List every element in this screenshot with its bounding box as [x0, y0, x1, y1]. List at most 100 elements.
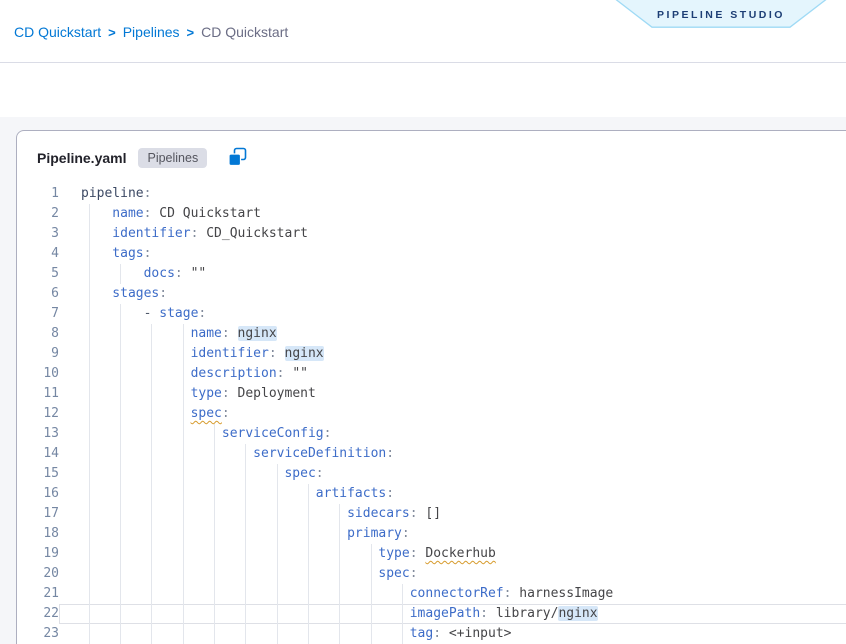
indent-guide: [183, 504, 184, 524]
indent-guide: [308, 504, 309, 524]
yaml-token: :: [175, 266, 191, 281]
indent-guide: [245, 564, 246, 584]
yaml-token: :: [222, 386, 238, 401]
editor-line[interactable]: 17sidecars: []: [17, 504, 846, 524]
indent-guide: [151, 564, 152, 584]
editor-line[interactable]: 20spec:: [17, 564, 846, 584]
editor-line[interactable]: 3identifier: CD_Quickstart: [17, 224, 846, 244]
indent-guide: [245, 604, 246, 624]
editor-line[interactable]: 23tag: <+input>: [17, 624, 846, 644]
editor-line[interactable]: 8name: nginx: [17, 324, 846, 344]
editor-line[interactable]: 5docs: "": [17, 264, 846, 284]
copy-yaml-button[interactable]: [227, 147, 248, 168]
indent-guide: [245, 464, 246, 484]
indent-guide: [277, 564, 278, 584]
indent-guide: [120, 324, 121, 344]
breadcrumb-link[interactable]: CD Quickstart: [14, 24, 101, 40]
editor-line[interactable]: 16artifacts:: [17, 484, 846, 504]
indent-guide: [245, 544, 246, 564]
yaml-token: serviceDefinition: [253, 446, 386, 461]
line-number: 22: [17, 604, 59, 624]
editor-line[interactable]: 22imagePath: library/nginx: [17, 604, 846, 624]
yaml-token: spec: [191, 406, 222, 421]
line-number: 21: [17, 584, 59, 604]
editor-lines: 1pipeline:2name: CD Quickstart3identifie…: [17, 184, 846, 644]
editor-line[interactable]: 7- stage:: [17, 304, 846, 324]
editor-line[interactable]: 10description: "": [17, 364, 846, 384]
indent-guide: [214, 424, 215, 444]
editor-line[interactable]: 18 primary:: [17, 524, 846, 544]
indent-guide: [277, 504, 278, 524]
indent-guide: [120, 484, 121, 504]
breadcrumb-separator-icon: >: [108, 25, 116, 40]
indent-guide: [151, 604, 152, 624]
yaml-token: CD_Quickstart: [206, 226, 308, 241]
editor-line[interactable]: 15spec:: [17, 464, 846, 484]
indent-guide: [245, 524, 246, 544]
indent-guide: [339, 504, 340, 524]
yaml-token: :: [402, 526, 410, 541]
indent-guide: [339, 524, 340, 544]
indent-guide: [89, 544, 90, 564]
studio-banner-shape: PIPELINE STUDIO: [610, 0, 832, 28]
line-number: 18: [17, 524, 59, 544]
line-number: 6: [17, 284, 59, 304]
editor-line[interactable]: 11type: Deployment: [17, 384, 846, 404]
editor-line[interactable]: 2name: CD Quickstart: [17, 204, 846, 224]
yaml-token: primary: [347, 526, 402, 541]
yaml-token: spec: [284, 466, 315, 481]
yaml-token: imagePath: [410, 606, 480, 621]
indent-guide: [89, 584, 90, 604]
indent-guide: [339, 624, 340, 644]
editor-line[interactable]: 6stages:: [17, 284, 846, 304]
line-number: 2: [17, 204, 59, 224]
editor-line[interactable]: 4tags:: [17, 244, 846, 264]
entity-type-badge: Pipelines: [138, 148, 207, 168]
indent-guide: [151, 584, 152, 604]
editor-line[interactable]: 1pipeline:: [17, 184, 846, 204]
yaml-token: docs: [144, 266, 175, 281]
indent-guide: [151, 424, 152, 444]
editor-line[interactable]: 13serviceConfig:: [17, 424, 846, 444]
editor-line[interactable]: 21connectorRef: harnessImage: [17, 584, 846, 604]
indent-guide: [308, 624, 309, 644]
yaml-token: type: [191, 386, 222, 401]
indent-guide: [89, 204, 90, 224]
yaml-token: tags: [112, 246, 143, 261]
yaml-token: "": [292, 366, 308, 381]
indent-guide: [183, 444, 184, 464]
yaml-token: :: [191, 226, 207, 241]
indent-guide: [183, 564, 184, 584]
indent-guide: [89, 264, 90, 284]
editor-line[interactable]: 12spec:: [17, 404, 846, 424]
indent-guide: [214, 484, 215, 504]
indent-guide: [214, 624, 215, 644]
yaml-token: :: [198, 306, 206, 321]
indent-guide: [89, 624, 90, 644]
line-number: 4: [17, 244, 59, 264]
yaml-editor[interactable]: 1pipeline:2name: CD Quickstart3identifie…: [17, 184, 846, 644]
editor-line[interactable]: 9identifier: nginx: [17, 344, 846, 364]
yaml-token: identifier: [191, 346, 269, 361]
line-number: 7: [17, 304, 59, 324]
indent-guide: [277, 604, 278, 624]
indent-guide: [89, 224, 90, 244]
yaml-token: spec: [378, 566, 409, 581]
indent-guide: [183, 404, 184, 424]
yaml-token: :: [144, 206, 160, 221]
indent-guide: [120, 444, 121, 464]
indent-guide: [245, 584, 246, 604]
indent-guide: [89, 384, 90, 404]
indent-guide: [339, 584, 340, 604]
line-number: 8: [17, 324, 59, 344]
editor-line[interactable]: 14serviceDefinition:: [17, 444, 846, 464]
yaml-token: harnessImage: [519, 586, 613, 601]
indent-guide: [89, 284, 90, 304]
indent-guide: [120, 524, 121, 544]
editor-line[interactable]: 19type: Dockerhub: [17, 544, 846, 564]
indent-guide: [120, 564, 121, 584]
indent-guide: [120, 384, 121, 404]
breadcrumb-link[interactable]: Pipelines: [123, 24, 180, 40]
indent-guide: [120, 604, 121, 624]
line-number: 14: [17, 444, 59, 464]
